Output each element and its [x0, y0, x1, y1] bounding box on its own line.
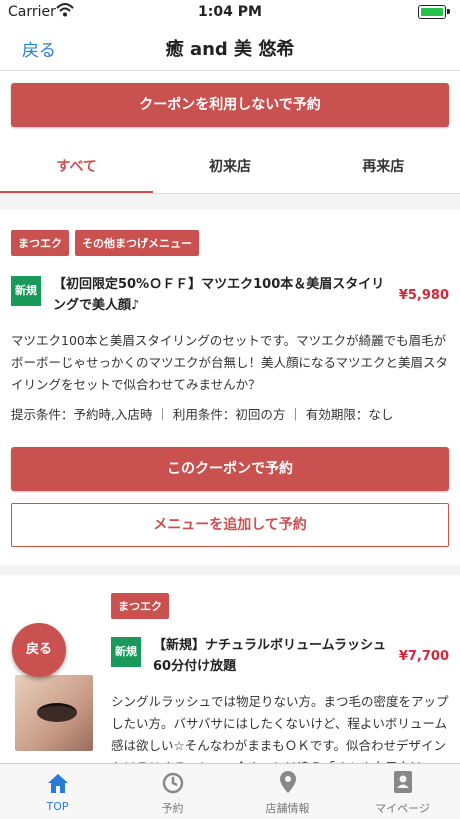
- navigation-bar: 戻る 癒 and 美 悠希: [0, 24, 460, 71]
- tabbar-label: マイページ: [375, 802, 430, 815]
- tabbar-item-shop-info[interactable]: 店舗情報: [230, 764, 345, 819]
- coupon-tags: まつエク: [111, 593, 449, 619]
- coupon-name: 【新規】ナチュラルボリュームラッシュ60分付け放題: [153, 638, 386, 674]
- tabbar-label: 予約: [161, 802, 184, 815]
- page-title: 癒 and 美 悠希: [165, 39, 295, 60]
- coupon-name: 【初回限定50%ＯＦＦ】マツエク100本＆美眉スタイリングで美人顔♪: [53, 277, 385, 313]
- add-menu-and-book-button[interactable]: メニューを追加して予約: [11, 503, 449, 547]
- tabbar-item-top[interactable]: TOP: [0, 764, 115, 819]
- coupon-tags: まつエク その他まつげメニュー: [11, 230, 449, 256]
- coupon-price: ¥5,980: [398, 288, 449, 303]
- status-time: 1:04 PM: [198, 4, 262, 20]
- status-bar: Carrier 1:04 PM: [0, 0, 460, 24]
- new-badge: 新規: [111, 637, 141, 667]
- clock-icon: [115, 764, 230, 794]
- segment-tabs: すべて 初来店 再来店: [0, 143, 460, 194]
- book-without-coupon-button[interactable]: クーポンを利用しないで予約: [11, 83, 449, 127]
- tabbar-item-reservation[interactable]: 予約: [115, 764, 230, 819]
- tab-all[interactable]: すべて: [0, 143, 154, 193]
- tag-eyelash-extension: まつエク: [11, 230, 69, 256]
- coupon-card: まつエク その他まつげメニュー 新規 【初回限定50%ＯＦＦ】マツエク100本＆…: [0, 210, 460, 565]
- tabbar-item-my-page[interactable]: マイページ: [345, 764, 460, 819]
- coupon-list[interactable]: クーポンを利用しないで予約 すべて 初来店 再来店 まつエク その他まつげメニュ…: [0, 71, 460, 763]
- tag-other-eyelash-menu: その他まつげメニュー: [75, 230, 199, 256]
- bottom-tab-bar: TOP 予約 店舗情報 マイページ: [0, 763, 460, 819]
- tabbar-label: TOP: [46, 800, 69, 813]
- tab-repeat-visit[interactable]: 再来店: [307, 143, 460, 193]
- map-pin-icon: [230, 764, 345, 794]
- coupon-description: マツエク100本と美眉スタイリングのセットです。マツエクが綺麗でも眉毛がボーボー…: [11, 333, 449, 392]
- coupon-description: シングルラッシュでは物足りない方。まつ毛の密度をアップしたい方。バサバサにはした…: [111, 694, 449, 763]
- floating-back-button[interactable]: 戻る: [12, 623, 66, 677]
- coupon-photo: [15, 675, 93, 751]
- tabbar-label: 店舗情報: [265, 802, 310, 815]
- top-area: クーポンを利用しないで予約 すべて 初来店 再来店: [0, 71, 460, 194]
- coupon-price: ¥7,700: [398, 649, 449, 664]
- person-badge-icon: [345, 764, 460, 794]
- tag-eyelash-extension: まつエク: [111, 593, 169, 619]
- house-icon: [0, 764, 115, 794]
- battery-icon: [418, 5, 450, 19]
- tab-first-visit[interactable]: 初来店: [153, 143, 306, 193]
- coupon-conditions: 提示条件：予約時,入店時 ｜ 利用条件：初回の方 ｜ 有効期限：なし: [11, 407, 394, 422]
- coupon-card: まつエク 新規 【新規】ナチュラルボリュームラッシュ60分付け放題 ¥7,700…: [0, 575, 460, 763]
- book-with-coupon-button[interactable]: このクーポンで予約: [11, 447, 449, 491]
- new-badge: 新規: [11, 276, 41, 306]
